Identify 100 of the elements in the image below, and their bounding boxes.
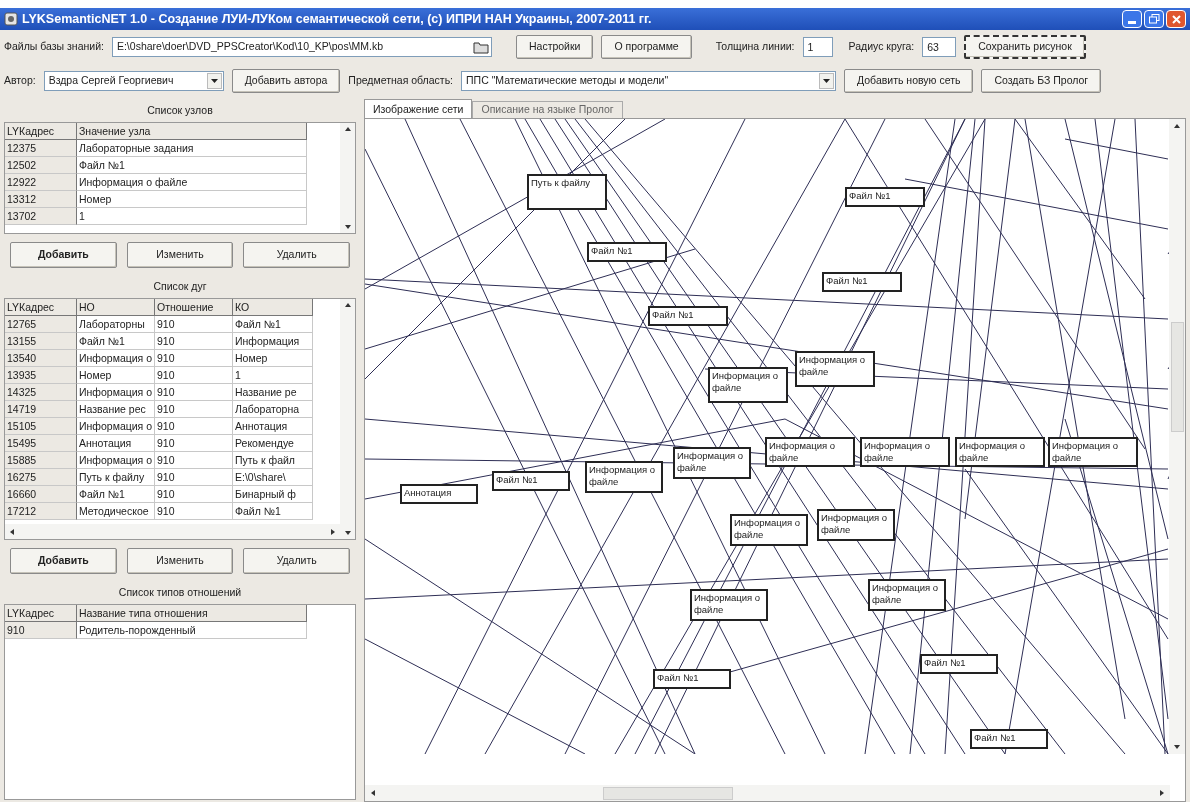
network-node[interactable]: Файл №1 xyxy=(492,471,570,491)
horizontal-scrollbar[interactable] xyxy=(365,785,1170,801)
row-header[interactable]: 14719 xyxy=(5,401,77,418)
save-image-button[interactable]: Сохранить рисунок xyxy=(964,35,1086,59)
table-cell: Родитель-порожденный xyxy=(77,622,307,639)
row-header[interactable]: 13702 xyxy=(5,208,77,225)
author-label: Автор: xyxy=(4,73,36,89)
restore-button[interactable] xyxy=(1144,10,1164,28)
row-header[interactable]: 12922 xyxy=(5,174,77,191)
network-node[interactable]: Информация о файле xyxy=(795,351,875,387)
network-node[interactable]: Файл №1 xyxy=(822,272,902,292)
panel-button[interactable]: Удалить xyxy=(243,548,350,574)
row-header[interactable]: 13935 xyxy=(5,367,77,384)
table-cell: 910 xyxy=(155,401,233,418)
column-header[interactable]: LYКадрес xyxy=(5,605,77,622)
network-node[interactable]: Информация о файле xyxy=(860,437,950,467)
kb-path-field[interactable]: E:\0share\doer\DVD_PPSCreator\Kod\10_KP\pos\MM.kb xyxy=(111,37,492,57)
prolog-button[interactable]: Создать БЗ Пролог xyxy=(981,69,1102,93)
network-node[interactable]: Информация о файле xyxy=(955,437,1045,467)
network-node[interactable]: Файл №1 xyxy=(648,306,728,326)
vertical-scrollbar[interactable] xyxy=(1169,119,1185,754)
table-cell: 910 xyxy=(155,503,233,520)
row-header[interactable]: 12765 xyxy=(5,316,77,333)
settings-button[interactable]: Настройки xyxy=(515,35,594,59)
author-dropdown[interactable]: Вздра Сергей Георгиевич xyxy=(43,71,224,91)
about-button[interactable]: О программе xyxy=(601,35,692,59)
network-node[interactable]: Информация о файле xyxy=(868,579,946,611)
table-cell: 910 xyxy=(155,435,233,452)
folder-icon[interactable] xyxy=(472,40,489,54)
table-cell: Рекомендуе xyxy=(233,435,313,452)
scroll-right-icon xyxy=(329,527,337,536)
row-header[interactable]: 910 xyxy=(5,622,77,639)
tab[interactable]: Описание на языке Пролог xyxy=(472,101,623,118)
row-header[interactable]: 13155 xyxy=(5,333,77,350)
radius-field[interactable]: 63 xyxy=(922,37,957,57)
row-header[interactable]: 12502 xyxy=(5,157,77,174)
network-node[interactable]: Информация о файле xyxy=(765,437,855,467)
close-button[interactable] xyxy=(1166,10,1186,28)
network-node[interactable]: Информация о файле xyxy=(673,447,751,479)
row-header[interactable]: 15105 xyxy=(5,418,77,435)
network-node[interactable]: Файл №1 xyxy=(587,242,667,262)
panel-title: Список дуг xyxy=(152,279,208,295)
panel-button[interactable]: Добавить xyxy=(10,242,117,268)
column-header[interactable]: LYКадрес xyxy=(5,123,77,140)
table-cell: Файл №1 xyxy=(77,333,155,350)
vertical-scrollbar[interactable] xyxy=(340,299,355,539)
column-header[interactable]: Отношение xyxy=(155,299,233,316)
row-header[interactable]: 12375 xyxy=(5,140,77,157)
row-header[interactable]: 16275 xyxy=(5,469,77,486)
horizontal-scrollbar[interactable] xyxy=(5,524,340,539)
table-cell: Файл №1 xyxy=(77,486,155,503)
tab[interactable]: Изображение сети xyxy=(364,99,473,119)
panel-button[interactable]: Изменить xyxy=(126,242,234,268)
table-cell: Файл №1 xyxy=(233,316,313,333)
column-header[interactable]: Название типа отношения xyxy=(77,605,307,622)
add-net-button[interactable]: Добавить новую сеть xyxy=(844,69,974,93)
table-cell: Номер xyxy=(77,191,307,208)
network-node[interactable]: Файл №1 xyxy=(920,654,998,674)
domain-dropdown[interactable]: ППС "Математические методы и модели" xyxy=(461,71,837,91)
row-header[interactable]: 16660 xyxy=(5,486,77,503)
add-author-button[interactable]: Добавить автора xyxy=(231,69,341,93)
panel-button[interactable]: Добавить xyxy=(10,548,117,574)
vertical-scrollbar[interactable] xyxy=(340,123,355,233)
network-node[interactable]: Информация о файле xyxy=(1048,437,1138,467)
scroll-thumb[interactable] xyxy=(602,786,733,800)
panel-button[interactable]: Изменить xyxy=(126,548,234,574)
row-header[interactable]: 15885 xyxy=(5,452,77,469)
network-node[interactable]: Информация о файле xyxy=(730,514,808,546)
window-title: LYKSemanticNET 1.0 - Создание ЛУИ-ЛУКом семантической сети, (с) ИПРИ НАН Украины, 2007-2011 гг. xyxy=(22,10,652,28)
row-header[interactable]: 13312 xyxy=(5,191,77,208)
column-header[interactable]: Значение узла xyxy=(77,123,307,140)
network-node[interactable]: Файл №1 xyxy=(845,187,925,207)
column-header[interactable]: НО xyxy=(77,299,155,316)
row-header[interactable]: 17212 xyxy=(5,503,77,520)
network-node[interactable]: Информация о файле xyxy=(690,589,768,621)
table-cell: Аннотация xyxy=(77,435,155,452)
table-cell: Аннотация xyxy=(233,418,313,435)
network-node[interactable]: Аннотация xyxy=(400,484,478,504)
row-header[interactable]: 13540 xyxy=(5,350,77,367)
panel-button[interactable]: Удалить xyxy=(243,242,350,268)
table-cell: 910 xyxy=(155,367,233,384)
scroll-left-icon xyxy=(369,789,377,797)
network-node[interactable]: Файл №1 xyxy=(970,729,1048,749)
scroll-thumb[interactable] xyxy=(1170,321,1184,432)
line-width-field[interactable]: 1 xyxy=(802,37,833,57)
minimize-button[interactable] xyxy=(1122,10,1142,28)
network-node[interactable]: Файл №1 xyxy=(653,669,731,689)
table-cell: 910 xyxy=(155,316,233,333)
table-cell: Файл №1 xyxy=(233,503,313,520)
table-cell: Лабораторна xyxy=(233,401,313,418)
row-header[interactable]: 15495 xyxy=(5,435,77,452)
column-header[interactable]: LYКадрес xyxy=(5,299,77,316)
network-node[interactable]: Информация о файле xyxy=(708,367,788,403)
network-node[interactable]: Путь к файлу xyxy=(527,174,607,210)
table-cell: Информация о xyxy=(77,452,155,469)
network-node[interactable]: Информация о файле xyxy=(585,461,663,493)
row-header[interactable]: 14325 xyxy=(5,384,77,401)
domain-label: Предметная область: xyxy=(348,73,454,89)
column-header[interactable]: КО xyxy=(233,299,313,316)
network-node[interactable]: Информация о файле xyxy=(817,509,895,541)
